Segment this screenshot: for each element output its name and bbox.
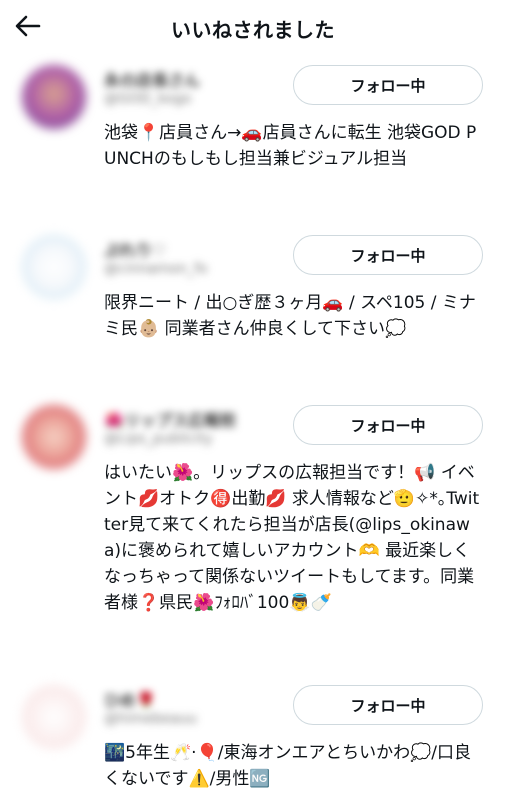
user-handle: @Lips_publicity	[104, 431, 213, 447]
user-name[interactable]: ひめ🌹	[104, 687, 279, 707]
user-name[interactable]: 永の店長さん	[104, 67, 279, 87]
avatar[interactable]	[22, 65, 86, 129]
user-name[interactable]: ぷれり♡	[104, 237, 279, 257]
avatar[interactable]	[22, 235, 86, 299]
user-handle: @himebeauu	[104, 711, 197, 727]
user-handle: @cinnamon_fo	[104, 261, 208, 277]
following-button[interactable]: フォロー中	[293, 65, 483, 105]
user-handle: @GOD_kogo	[104, 91, 192, 107]
avatar[interactable]	[22, 405, 86, 469]
top-bar: いいねされました	[0, 0, 506, 52]
page-title: いいねされました	[171, 18, 335, 42]
following-button[interactable]: フォロー中	[293, 235, 483, 275]
following-button[interactable]: フォロー中	[293, 405, 483, 445]
user-bio: 限界ニート / 出○ぎ歴３ヶ月🚗 / スペ105 / ミナミ民👶🏼 同業者さん仲…	[104, 293, 476, 339]
user-name[interactable]: 🌺リップス広報担	[104, 407, 279, 427]
user-bio: はいたい🌺。リップスの広報担当です！📢 イベント💋オトク🉐出勤💋 求人情報など🫡…	[104, 463, 480, 613]
user-bio: 🌃5年生🥂·🎈/東海オンエアとちいかわ💭/口良くないです⚠️/男性🆖	[104, 743, 472, 789]
following-button[interactable]: フォロー中	[293, 685, 483, 725]
user-bio: 池袋📍店員さん→🚗店員さんに転生 池袋GOD PUNCHのもしもし担当兼ビジュア…	[104, 123, 477, 169]
avatar[interactable]	[22, 685, 86, 749]
